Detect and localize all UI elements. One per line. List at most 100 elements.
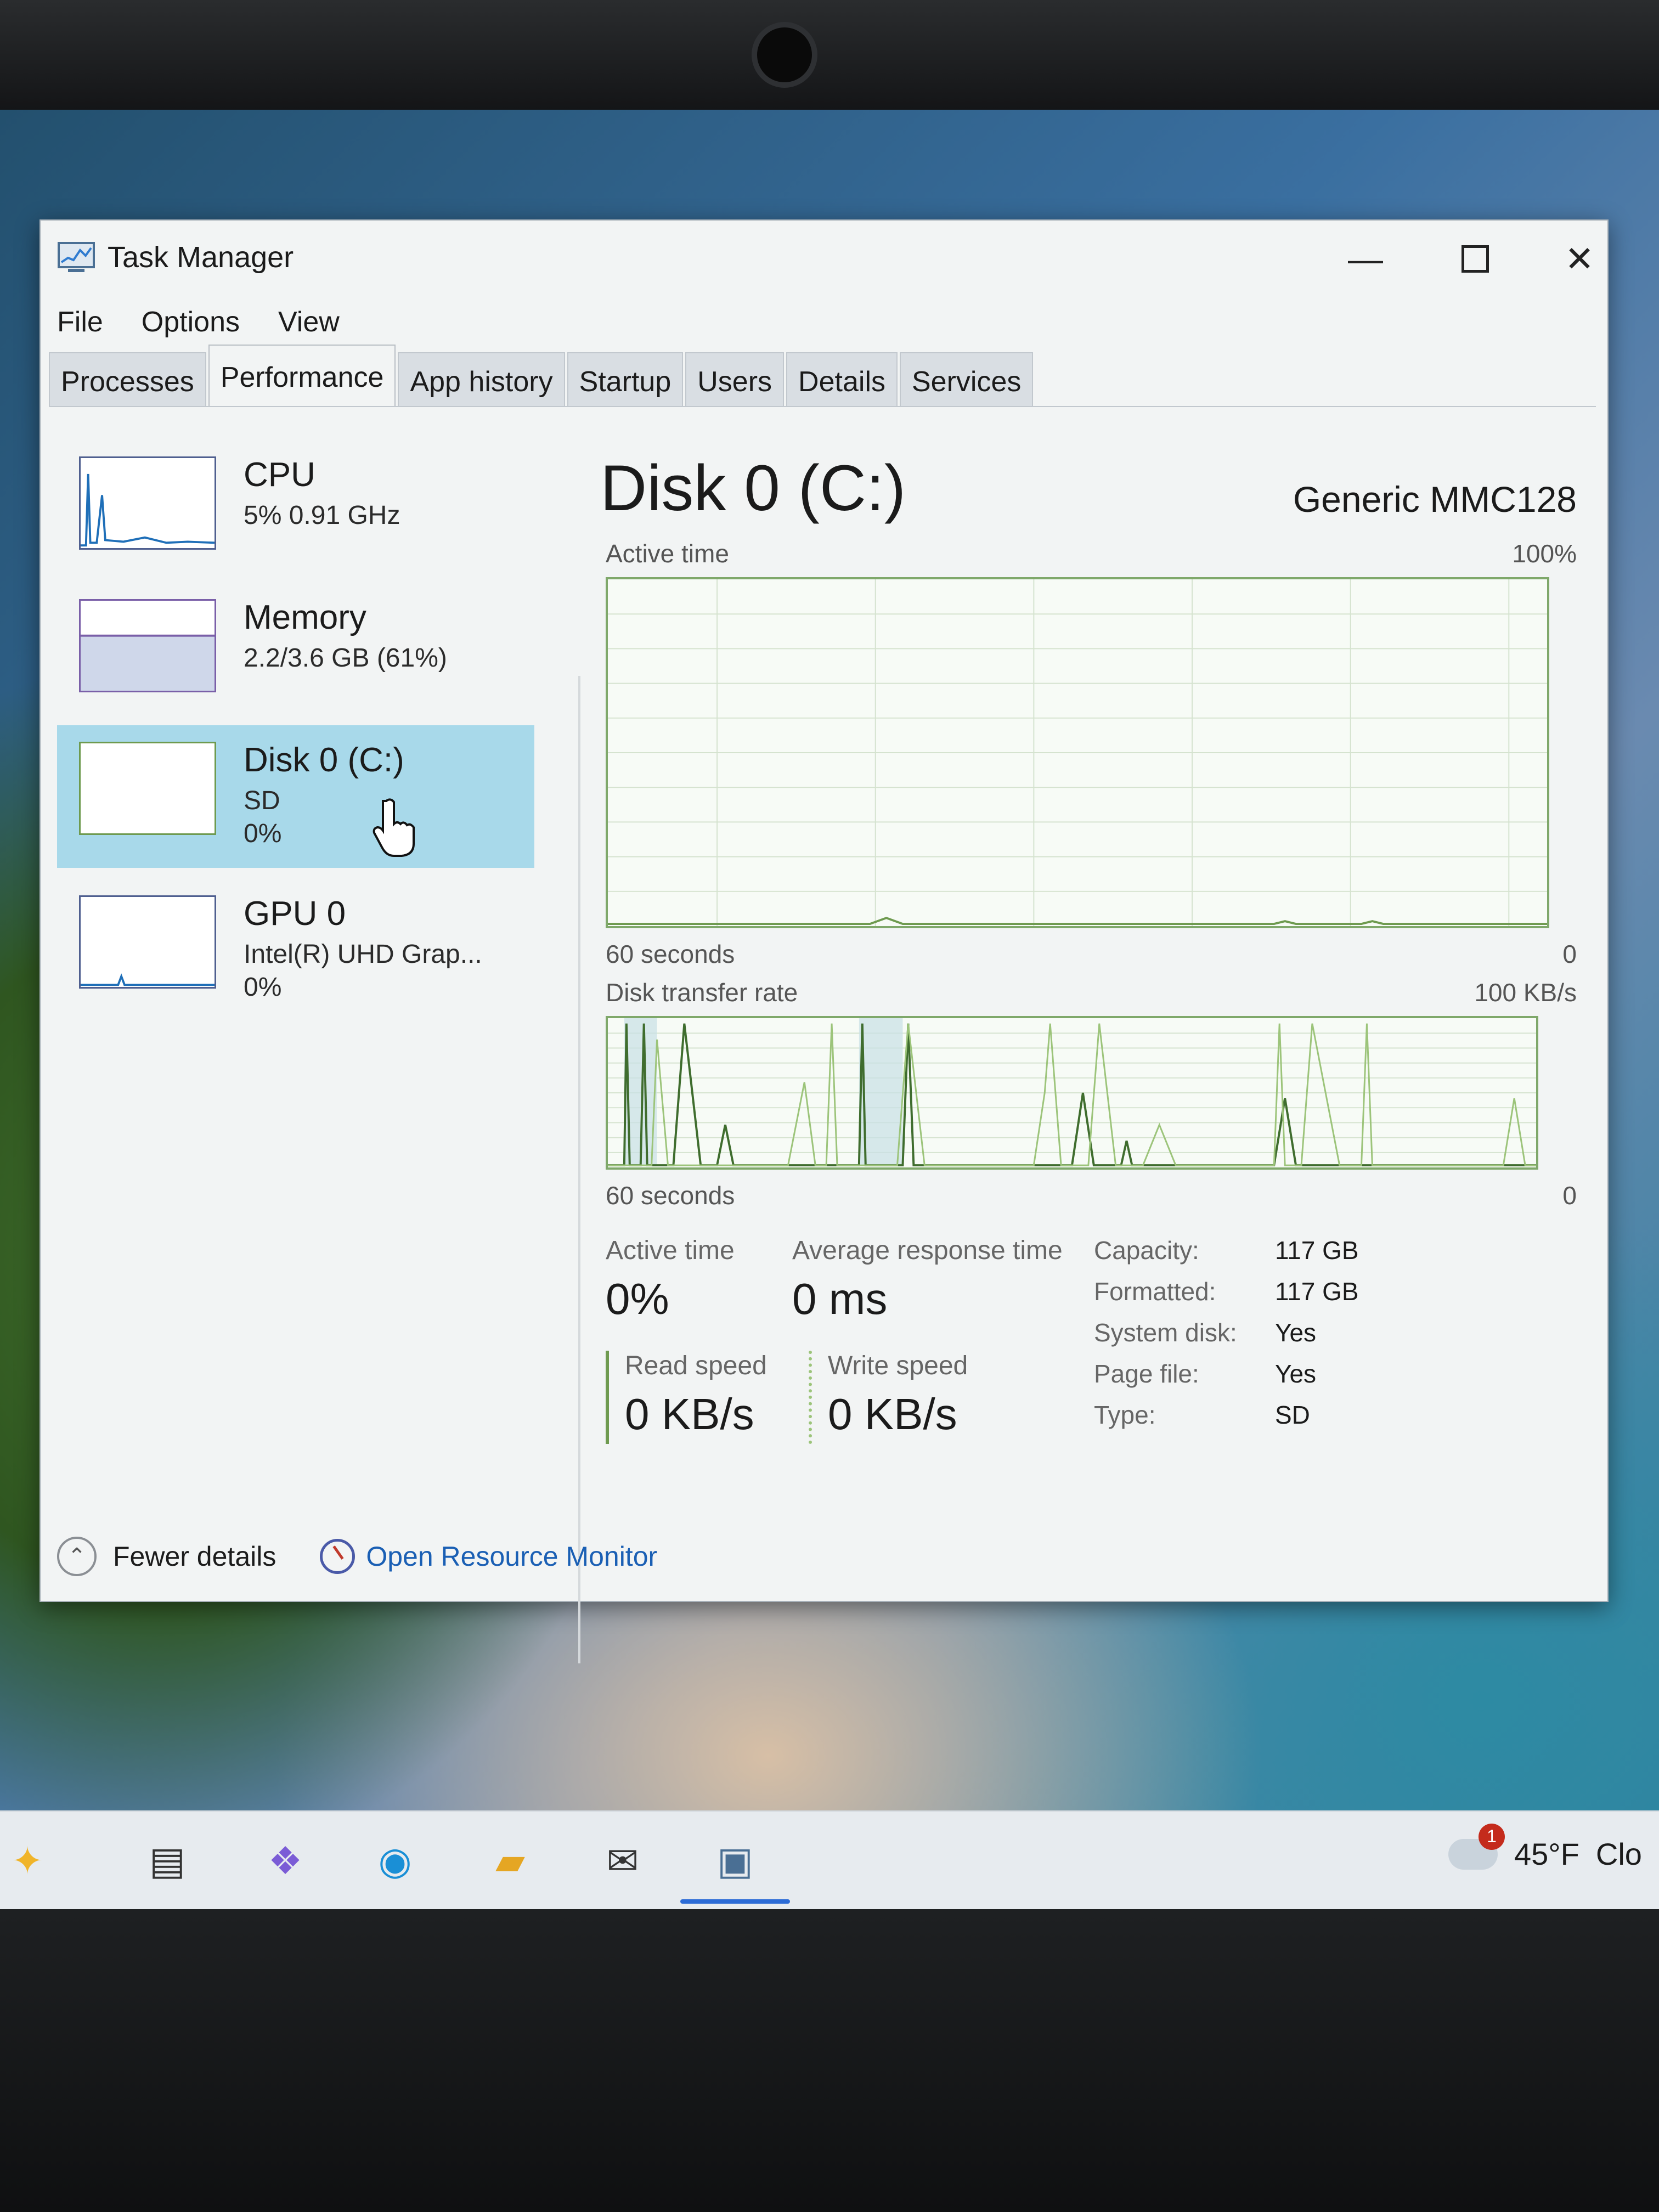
disk-title: Disk 0 (C:) xyxy=(244,741,404,779)
weather-temperature: 45°F xyxy=(1514,1837,1579,1871)
task-manager-window: Task Manager — ✕ File Options View Proce… xyxy=(40,219,1609,1663)
file-explorer-icon[interactable]: ▰ xyxy=(483,1833,538,1888)
active-time-graph-duration: 60 seconds xyxy=(606,940,735,968)
hand-cursor-icon xyxy=(373,798,415,857)
disk-type: SD xyxy=(244,786,280,815)
laptop-keyboard-hinge xyxy=(0,1909,1659,2212)
memory-usage: 2.2/3.6 GB (61%) xyxy=(244,644,447,673)
system-disk-label: System disk: xyxy=(1094,1318,1237,1347)
notification-badge: 1 xyxy=(1479,1823,1505,1850)
cpu-title: CPU xyxy=(244,456,315,494)
tab-processes[interactable]: Processes xyxy=(49,352,206,407)
webcam xyxy=(752,22,817,88)
memory-mini-graph xyxy=(79,599,216,692)
detail-title: Disk 0 (C:) xyxy=(600,452,906,524)
capacity-label: Capacity: xyxy=(1094,1236,1199,1265)
tab-performance[interactable]: Performance xyxy=(208,345,396,407)
tab-startup[interactable]: Startup xyxy=(567,352,684,407)
write-speed-label: Write speed xyxy=(828,1351,968,1380)
write-speed-value: 0 KB/s xyxy=(828,1390,957,1438)
menu-file[interactable]: File xyxy=(57,306,103,338)
widgets-icon[interactable]: ✦ xyxy=(0,1833,55,1888)
resource-monitor-icon xyxy=(320,1539,356,1574)
gpu-title: GPU 0 xyxy=(244,895,346,933)
disk-model: Generic MMC128 xyxy=(1293,479,1577,520)
active-time-label: Active time xyxy=(606,1236,735,1265)
transfer-graph-max: 100 KB/s xyxy=(1474,978,1577,1007)
edge-browser-icon[interactable]: ◉ xyxy=(368,1833,422,1888)
sidebar-item-memory[interactable]: Memory 2.2/3.6 GB (61%) xyxy=(57,583,534,725)
capacity-value: 117 GB xyxy=(1275,1236,1359,1265)
read-speed-legend-line xyxy=(606,1351,609,1444)
read-speed-value: 0 KB/s xyxy=(625,1390,754,1438)
menu-options[interactable]: Options xyxy=(142,306,240,338)
task-view-icon[interactable]: ▤ xyxy=(140,1833,195,1888)
transfer-graph-min: 0 xyxy=(1562,1181,1577,1210)
maximize-button[interactable] xyxy=(1429,232,1522,286)
tab-details[interactable]: Details xyxy=(786,352,898,407)
disk-mini-graph xyxy=(79,742,216,835)
window-title: Task Manager xyxy=(108,241,294,274)
weather-condition: Clo xyxy=(1595,1837,1642,1871)
gpu-mini-graph xyxy=(79,895,216,989)
tab-strip: Processes Performance App history Startu… xyxy=(49,345,1035,407)
close-button[interactable]: ✕ xyxy=(1533,232,1626,286)
maximize-icon xyxy=(1462,245,1489,273)
system-disk-value: Yes xyxy=(1275,1318,1317,1347)
menu-bar: File Options View xyxy=(57,297,340,347)
transfer-rate-graph xyxy=(606,1016,1538,1170)
tab-app-history[interactable]: App history xyxy=(398,352,565,407)
type-label: Type: xyxy=(1094,1401,1156,1429)
formatted-value: 117 GB xyxy=(1275,1277,1359,1306)
open-resource-monitor-label: Open Resource Monitor xyxy=(366,1541,658,1572)
cpu-mini-graph xyxy=(79,456,216,550)
avg-response-value: 0 ms xyxy=(792,1274,888,1323)
fewer-details-button[interactable]: ⌃ Fewer details xyxy=(57,1537,276,1576)
gpu-model: Intel(R) UHD Grap... xyxy=(244,940,482,969)
mail-icon[interactable]: ✉ xyxy=(595,1833,650,1888)
taskbar: ✦ ▤ ❖ ◉ ▰ ✉ ▣ 1 45°F Clo xyxy=(0,1810,1659,1910)
disk-usage: 0% xyxy=(244,819,282,848)
copilot-icon[interactable]: ❖ xyxy=(258,1833,313,1888)
sidebar-item-gpu0[interactable]: GPU 0 Intel(R) UHD Grap... 0% xyxy=(57,879,534,1022)
read-speed-label: Read speed xyxy=(625,1351,767,1380)
active-time-graph xyxy=(606,577,1549,928)
formatted-label: Formatted: xyxy=(1094,1277,1216,1306)
transfer-graph-label: Disk transfer rate xyxy=(606,978,798,1007)
menu-view[interactable]: View xyxy=(278,306,340,338)
page-file-value: Yes xyxy=(1275,1359,1317,1388)
tab-services[interactable]: Services xyxy=(900,352,1034,407)
sidebar-item-cpu[interactable]: CPU 5% 0.91 GHz xyxy=(57,440,534,583)
resource-sidebar: CPU 5% 0.91 GHz Memory 2.2/3.6 GB (61%) … xyxy=(52,418,534,1652)
minimize-icon: — xyxy=(1348,239,1383,279)
gpu-usage: 0% xyxy=(244,973,282,1002)
active-app-indicator xyxy=(680,1899,790,1904)
laptop-bezel-top xyxy=(0,0,1659,110)
active-time-value: 0% xyxy=(606,1274,669,1323)
close-icon: ✕ xyxy=(1565,239,1594,279)
sidebar-item-disk0[interactable]: Disk 0 (C:) SD 0% xyxy=(57,725,534,868)
active-time-graph-label: Active time xyxy=(606,539,729,568)
write-speed-legend-line xyxy=(809,1351,812,1444)
tab-underline xyxy=(49,406,1596,407)
cpu-usage: 5% 0.91 GHz xyxy=(244,501,400,530)
active-time-graph-min: 0 xyxy=(1562,940,1577,968)
transfer-graph-duration: 60 seconds xyxy=(606,1181,735,1210)
memory-title: Memory xyxy=(244,599,366,636)
tab-users[interactable]: Users xyxy=(685,352,785,407)
title-bar[interactable]: Task Manager — ✕ xyxy=(41,221,1607,297)
open-resource-monitor-link[interactable]: Open Resource Monitor xyxy=(320,1539,657,1574)
footer: ⌃ Fewer details Open Resource Monitor xyxy=(52,1526,657,1587)
panel-divider xyxy=(578,676,580,1663)
task-manager-icon xyxy=(58,242,95,272)
task-manager-taskbar-icon[interactable]: ▣ xyxy=(708,1833,763,1888)
weather-widget[interactable]: 1 45°F Clo xyxy=(1448,1823,1642,1872)
chevron-up-icon: ⌃ xyxy=(57,1537,97,1576)
fewer-details-label: Fewer details xyxy=(113,1541,276,1572)
avg-response-label: Average response time xyxy=(792,1236,1063,1265)
type-value: SD xyxy=(1275,1401,1310,1429)
minimize-button[interactable]: — xyxy=(1319,232,1412,286)
page-file-label: Page file: xyxy=(1094,1359,1199,1388)
cloud-icon: 1 xyxy=(1448,1823,1505,1870)
active-time-graph-max: 100% xyxy=(1512,539,1577,568)
